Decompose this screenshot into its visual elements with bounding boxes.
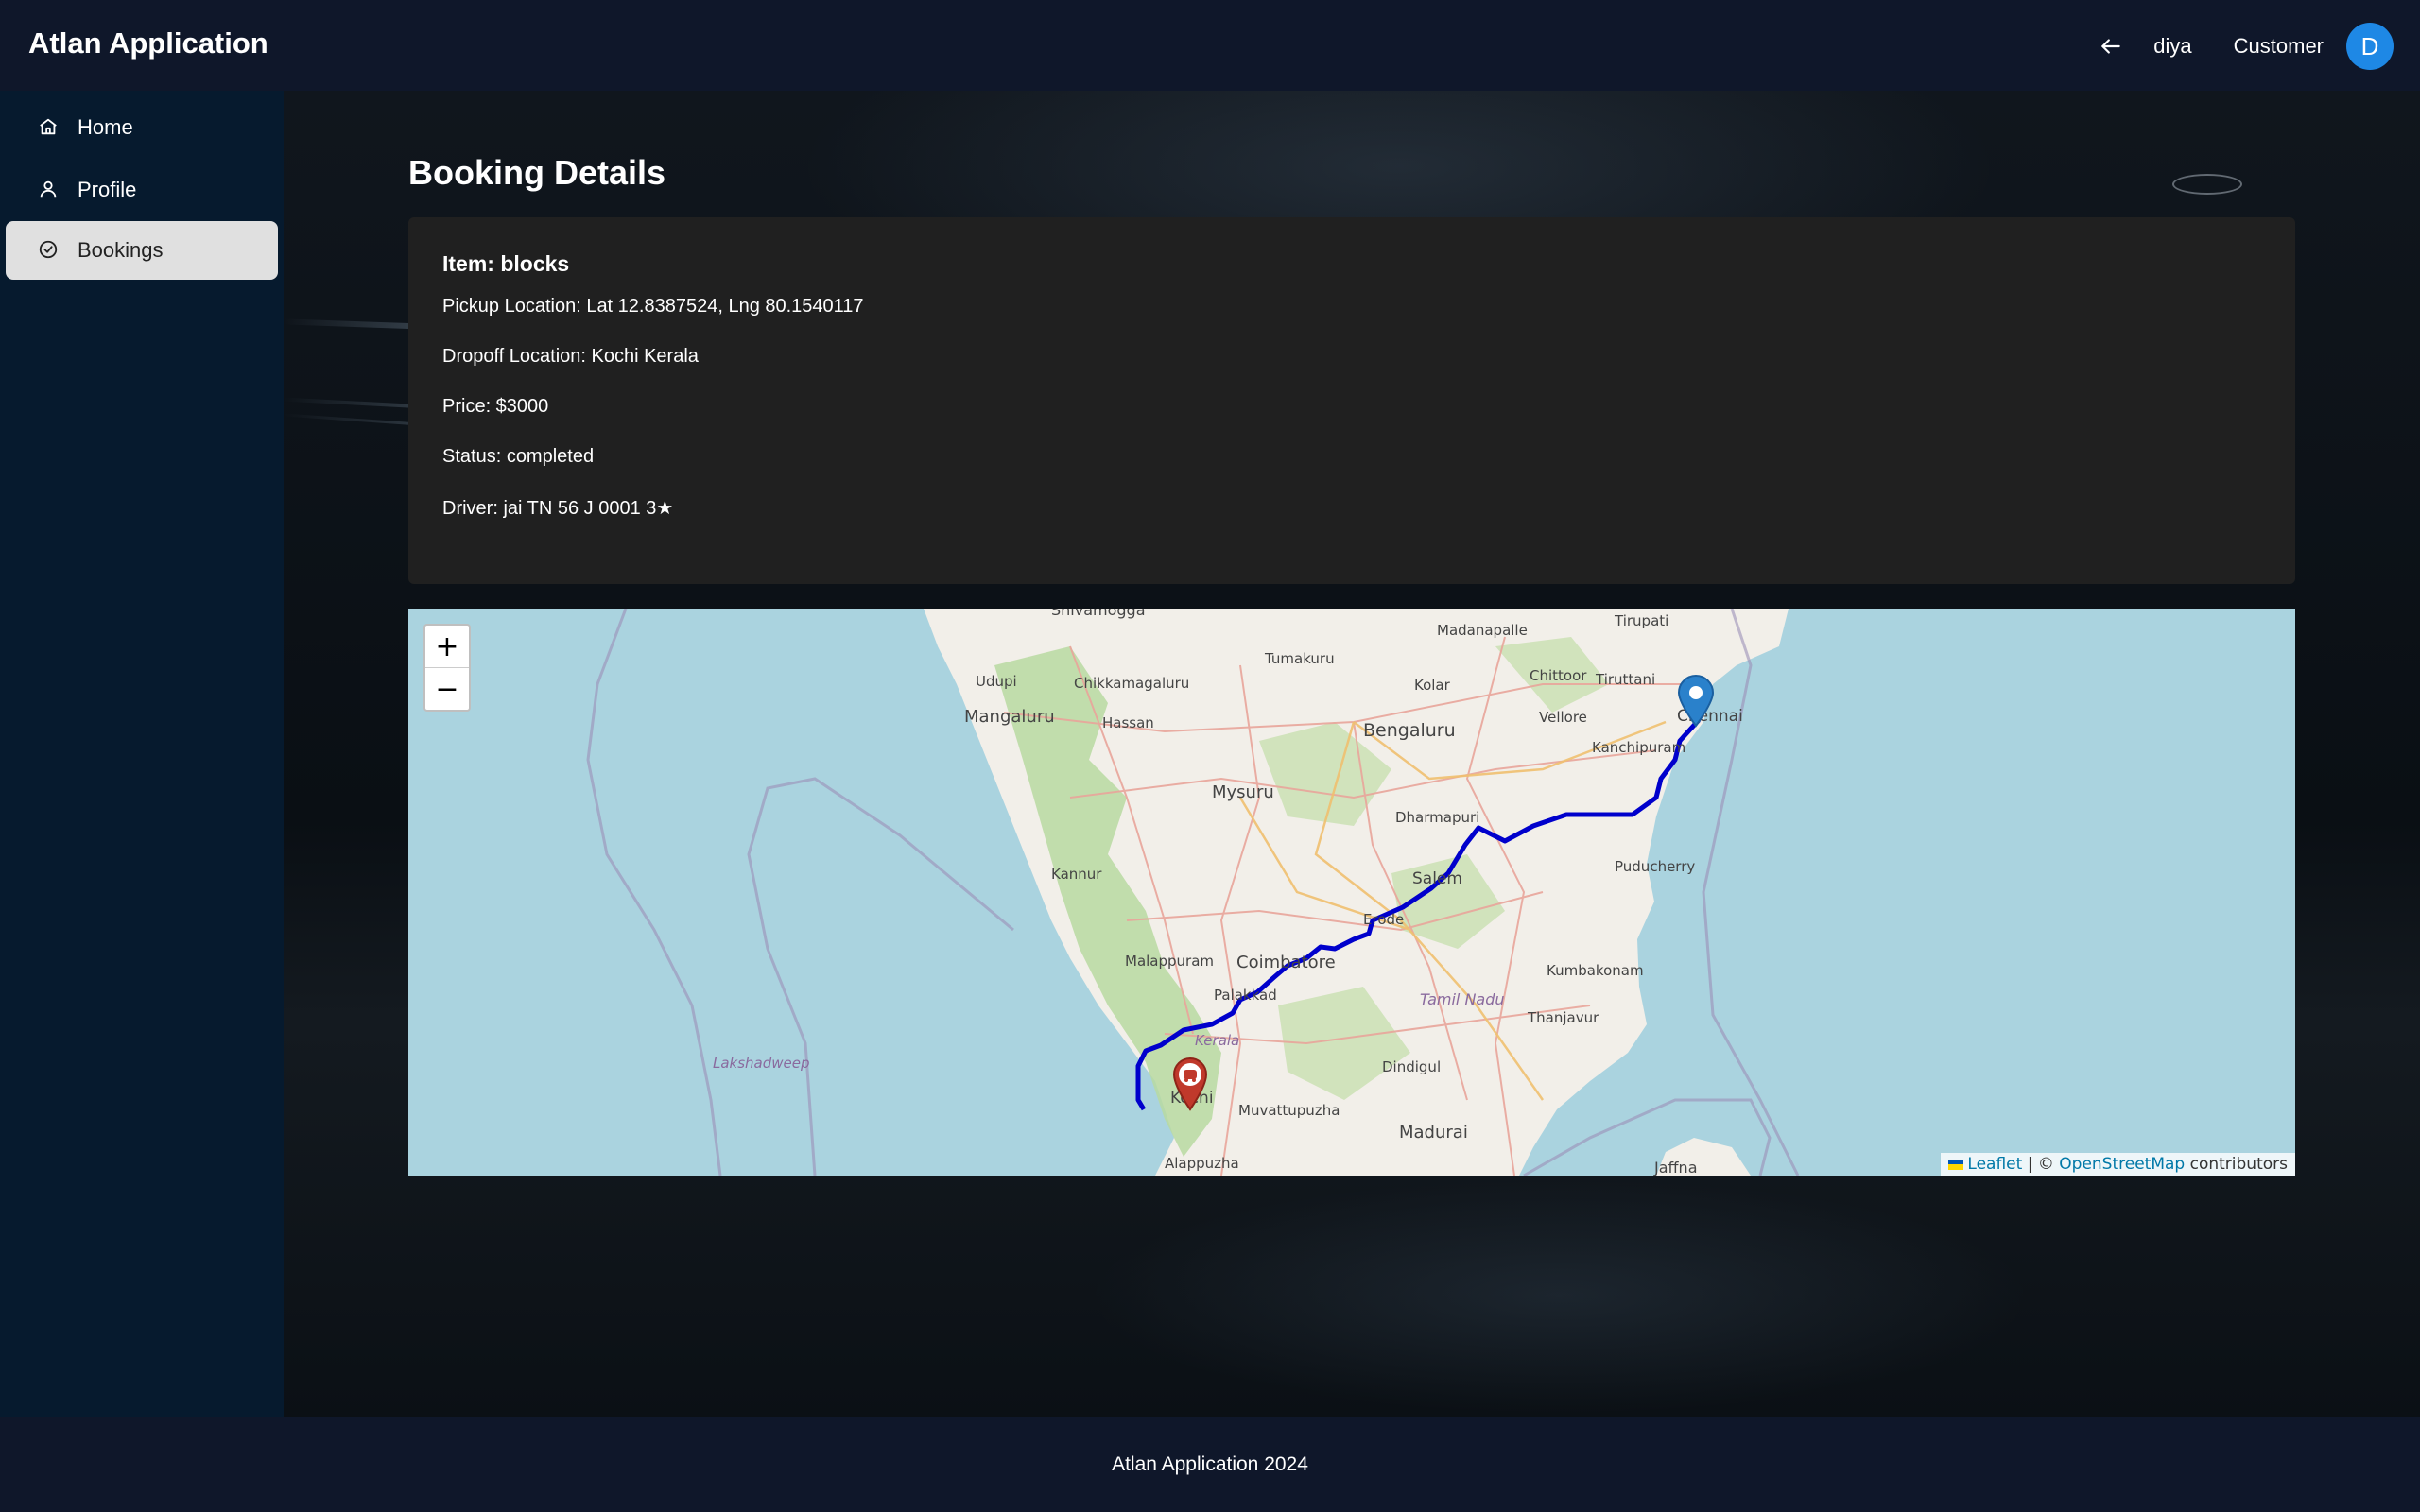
map-label: Alappuzha (1165, 1155, 1239, 1172)
zoom-out-button[interactable]: − (425, 668, 469, 710)
map-label: Madanapalle (1437, 622, 1528, 639)
sidebar-item-label: Home (78, 115, 133, 139)
map-label: Mysuru (1212, 782, 1274, 802)
map-label: Salem (1412, 869, 1462, 888)
sidebar-item-label: Bookings (78, 238, 164, 262)
map-label: Jaffna (1654, 1159, 1698, 1176)
booking-driver: Driver: jai TN 56 J 0001 3★ (442, 498, 674, 519)
map-label: Erode (1363, 911, 1405, 928)
map-label: Vellore (1539, 709, 1587, 726)
avatar[interactable]: D (2346, 23, 2394, 70)
dropoff-marker[interactable] (1172, 1057, 1208, 1116)
arrow-left-icon (2101, 39, 2121, 54)
map-label: Kolar (1414, 677, 1450, 694)
map-label: Tirupati (1615, 612, 1669, 629)
zoom-control: + − (424, 624, 471, 712)
dropoff-location: Dropoff Location: Kochi Kerala (442, 346, 699, 367)
map-label: Kannur (1051, 866, 1102, 883)
booking-status: Status: completed (442, 446, 595, 467)
vehicle-marker-icon (1172, 1057, 1208, 1111)
map-labels: Shivamogga Udupi Chikkamagaluru Tumakuru… (408, 609, 2295, 1176)
footer-text: Atlan Application 2024 (1112, 1453, 1308, 1475)
map-label: Shivamogga (1051, 609, 1146, 619)
map-label: Coimbatore (1236, 953, 1336, 972)
map-label: Mangaluru (964, 707, 1055, 727)
map-label: Dindigul (1382, 1058, 1442, 1075)
map-label: Lakshadweep (713, 1055, 810, 1072)
map-label: Tiruttani (1596, 671, 1656, 688)
header-actions: diya Customer D (2089, 23, 2394, 70)
home-icon (38, 116, 60, 139)
user-name: diya (2153, 34, 2192, 58)
attribution-separator: | © (2022, 1155, 2060, 1174)
route-map[interactable]: Shivamogga Udupi Chikkamagaluru Tumakuru… (408, 609, 2295, 1176)
sidebar-item-profile[interactable]: Profile (6, 161, 278, 219)
map-label: Tumakuru (1265, 650, 1335, 667)
map-pin-icon (1677, 675, 1715, 728)
user-role: Customer (2233, 34, 2324, 58)
sidebar-item-home[interactable]: Home (6, 98, 278, 157)
map-label: Palakkad (1214, 987, 1277, 1004)
pickup-marker[interactable] (1677, 675, 1715, 732)
map-label: Udupi (976, 673, 1017, 690)
booking-details-card: Item: blocks Pickup Location: Lat 12.838… (408, 217, 2295, 584)
booking-item: Item: blocks (442, 251, 570, 276)
check-circle-icon (38, 239, 60, 262)
map-label: Tamil Nadu (1420, 990, 1505, 1008)
sidebar-item-label: Profile (78, 178, 137, 201)
map-label: Muvattupuzha (1238, 1102, 1340, 1119)
map-label: Madurai (1399, 1123, 1468, 1143)
main-content: Booking Details Item: blocks Pickup Loca… (284, 91, 2420, 1418)
app-title: Atlan Application (28, 26, 268, 60)
back-button[interactable] (2089, 25, 2133, 68)
map-label: Hassan (1102, 714, 1154, 731)
map-label: Bengaluru (1363, 720, 1456, 741)
footer: Atlan Application 2024 (0, 1418, 2420, 1512)
openstreetmap-link[interactable]: OpenStreetMap (2059, 1155, 2185, 1174)
map-label: Chittoor (1530, 667, 1587, 684)
map-label: Kanchipuram (1592, 739, 1686, 756)
map-label: Kerala (1195, 1032, 1240, 1049)
top-app-bar: Atlan Application diya Customer D (0, 0, 2420, 91)
map-label: Thanjavur (1528, 1009, 1599, 1026)
map-label: Puducherry (1615, 858, 1696, 875)
booking-price: Price: $3000 (442, 396, 549, 417)
user-icon (38, 179, 60, 201)
map-label: Chikkamagaluru (1074, 675, 1190, 692)
ukraine-flag-icon (1948, 1159, 1964, 1170)
map-label: Dharmapuri (1395, 809, 1480, 826)
leaflet-link[interactable]: Leaflet (1967, 1155, 2022, 1174)
page-title: Booking Details (408, 153, 666, 192)
attribution-contributors: contributors (2185, 1155, 2288, 1174)
sidebar-item-bookings[interactable]: Bookings (6, 221, 278, 280)
map-attribution: Leaflet | © OpenStreetMap contributors (1941, 1153, 2295, 1176)
sidebar: Home Profile Bookings (0, 91, 284, 1418)
map-label: Malappuram (1125, 953, 1215, 970)
zoom-in-button[interactable]: + (425, 626, 469, 668)
background-lamp (2172, 174, 2242, 195)
background-floor (1087, 1177, 2032, 1414)
pickup-location: Pickup Location: Lat 12.8387524, Lng 80.… (442, 296, 864, 317)
map-label: Kumbakonam (1547, 962, 1644, 979)
